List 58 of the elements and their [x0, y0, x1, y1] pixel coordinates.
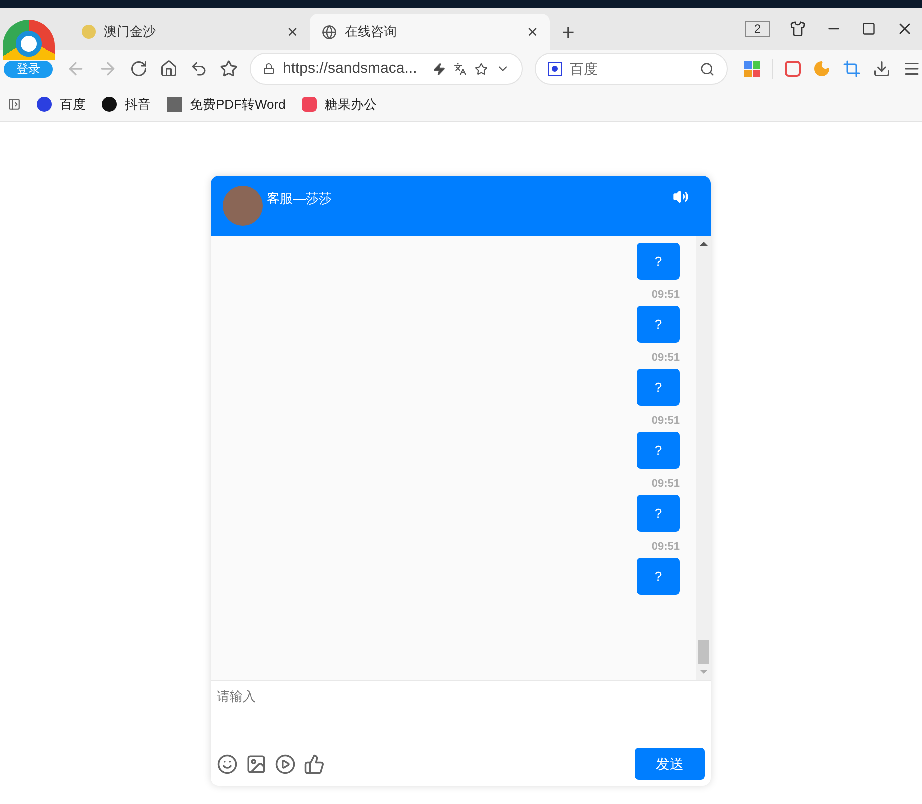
message-bubble: ? — [637, 369, 680, 406]
undo-icon[interactable] — [190, 60, 208, 78]
scrollbar-thumb[interactable] — [698, 640, 709, 664]
scrollbar[interactable] — [696, 236, 711, 680]
bookmark-link[interactable]: 糖果办公 — [302, 94, 377, 114]
close-tab-button[interactable]: × — [527, 23, 538, 41]
browser-tab[interactable]: 在线咨询 × — [310, 14, 550, 50]
message-bubble: ? — [637, 558, 680, 595]
translate-icon[interactable] — [454, 62, 467, 76]
message-bubble: ? — [637, 243, 680, 280]
home-icon[interactable] — [160, 60, 178, 78]
bookmark-link[interactable]: 百度 — [37, 94, 86, 114]
tab-title: 澳门金沙 — [104, 23, 157, 42]
agent-name: 客服—莎莎 — [267, 190, 333, 208]
message-time: 09:51 — [652, 352, 680, 364]
pdf-icon[interactable] — [785, 61, 801, 77]
close-tab-button[interactable]: × — [287, 23, 298, 41]
tab-count-badge[interactable]: 2 — [745, 21, 770, 37]
scroll-up-arrow-icon[interactable] — [700, 242, 708, 246]
sidebar-toggle-icon[interactable] — [8, 98, 21, 111]
tab-title: 在线咨询 — [345, 23, 398, 42]
message-bubble: ? — [637, 432, 680, 469]
star-icon[interactable] — [220, 60, 238, 78]
apps-icon[interactable] — [744, 61, 760, 77]
globe-icon — [322, 24, 337, 40]
new-tab-button[interactable]: + — [550, 14, 587, 50]
download-icon[interactable] — [873, 60, 891, 78]
coin-icon — [82, 25, 96, 39]
address-bar[interactable]: https://sandsmaca... — [250, 53, 523, 85]
paw-icon — [548, 62, 562, 76]
maximize-icon[interactable] — [862, 22, 876, 36]
image-icon[interactable] — [246, 754, 267, 774]
send-button[interactable]: 发送 — [635, 748, 705, 780]
message-time: 09:51 — [652, 541, 680, 553]
search-field[interactable]: 百度 — [535, 53, 728, 85]
smiley-icon[interactable] — [217, 754, 238, 774]
star-icon[interactable] — [475, 62, 488, 76]
shirt-icon[interactable] — [790, 21, 806, 37]
message-time: 09:51 — [652, 289, 680, 301]
message-time: 09:51 — [652, 415, 680, 427]
lock-icon — [263, 63, 275, 75]
crop-icon[interactable] — [843, 60, 861, 78]
bookmark-link[interactable]: 免费PDF转Word — [167, 94, 286, 114]
speaker-icon[interactable] — [673, 189, 689, 205]
reload-icon[interactable] — [130, 60, 148, 78]
menu-icon[interactable] — [903, 60, 921, 78]
url-text: https://sandsmaca... — [283, 58, 418, 79]
browser-tab[interactable]: 澳门金沙 × — [70, 14, 310, 50]
message-bubble: ? — [637, 306, 680, 343]
search-engine-text: 百度 — [570, 60, 599, 78]
search-icon[interactable] — [700, 62, 715, 76]
message-time: 09:51 — [652, 478, 680, 490]
play-icon[interactable] — [275, 754, 296, 774]
message-input[interactable]: 请输入 — [217, 681, 705, 748]
bookmark-link[interactable]: 抖音 — [102, 94, 151, 114]
lightning-icon[interactable] — [433, 62, 446, 76]
thumbs-up-icon[interactable] — [304, 754, 325, 774]
message-bubble: ? — [637, 495, 680, 532]
